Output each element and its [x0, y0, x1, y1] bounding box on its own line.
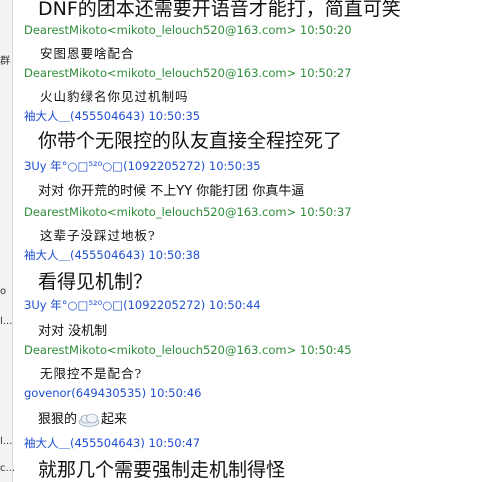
chat-log: DNF的团本还需要开语音才能打，简直可笑 DearestMikoto<mikot…	[24, 0, 480, 482]
message-header: DearestMikoto<mikoto_lelouch520@163.com>…	[24, 66, 352, 80]
message-header: DearestMikoto<mikoto_lelouch520@163.com>…	[24, 23, 352, 37]
message-header: 袖大人＿(455504643) 10:50:47	[24, 436, 201, 450]
message-header: govenor(649430535) 10:50:46	[24, 386, 202, 400]
cloud-emoticon-icon	[78, 413, 100, 427]
message-header: DearestMikoto<mikoto_lelouch520@163.com>…	[24, 343, 352, 357]
message-header: ЗUу 年°○□⁵²⁰○□(1092205272) 10:50:35	[24, 159, 261, 173]
message-header: 袖大人＿(455504643) 10:50:38	[24, 248, 201, 262]
message-body: 这辈子没踩过地板?	[40, 228, 156, 243]
chat-message: DearestMikoto<mikoto_lelouch520@163.com>…	[24, 66, 352, 105]
message-body: 无限控不是配合?	[40, 366, 143, 381]
message-body: DNF的团本还需要开语音才能打，简直可笑	[38, 0, 401, 20]
message-text: 起来	[101, 412, 128, 427]
message-header: 袖大人＿(455504643) 10:50:35	[24, 109, 201, 123]
chat-message: 袖大人＿(455504643) 10:50:35 你带个无限控的队友直接全程控死…	[24, 108, 342, 153]
chat-message: ЗUу 年°○□⁵²⁰○□(1092205272) 10:50:35 对对 你开…	[24, 158, 304, 199]
message-header: ЗUу 年°○□⁵²⁰○□(1092205272) 10:50:44	[24, 298, 261, 312]
chat-message: DearestMikoto<mikoto_lelouch520@163.com>…	[24, 343, 352, 382]
message-body: 安图恩要啥配合	[40, 46, 135, 61]
chat-message: govenor(649430535) 10:50:46 狠狠的 起来	[24, 386, 201, 427]
message-body: 对对 你开荒的时候 不上YY 你能打团 你真牛逼	[38, 184, 305, 199]
sidebar-fragment: 群	[0, 56, 10, 67]
chat-message: DearestMikoto<mikoto_lelouch520@163.com>…	[24, 23, 352, 62]
message-text: 狠狠的	[38, 412, 78, 427]
message-body: 火山豹绿名你见过机制吗	[40, 89, 189, 104]
chat-message: DNF的团本还需要开语音才能打，简直可笑	[24, 0, 401, 21]
sidebar-strip: 群 o l... l... c...	[0, 0, 16, 482]
message-body: 你带个无限控的队友直接全程控死了	[38, 130, 343, 152]
chat-message: 袖大人＿(455504643) 10:50:47 就那几个需要强制走机制得怪	[24, 435, 285, 482]
sidebar-fragment: c...	[0, 463, 16, 474]
sidebar-fragment: l...	[0, 436, 13, 447]
message-body: 看得见机制？	[38, 271, 153, 293]
sidebar-fragment: l...	[0, 316, 13, 327]
chat-message: 袖大人＿(455504643) 10:50:38 看得见机制？	[24, 247, 200, 294]
chat-message: ЗUу 年°○□⁵²⁰○□(1092205272) 10:50:44 对对 没机…	[24, 297, 261, 339]
message-header: DearestMikoto<mikoto_lelouch520@163.com>…	[24, 205, 352, 219]
sidebar-fragment: o	[0, 286, 7, 297]
message-body: 就那几个需要强制走机制得怪	[38, 459, 286, 481]
message-body: 对对 没机制	[38, 324, 108, 339]
chat-message: DearestMikoto<mikoto_lelouch520@163.com>…	[24, 205, 352, 244]
message-body: 狠狠的 起来	[24, 408, 201, 427]
